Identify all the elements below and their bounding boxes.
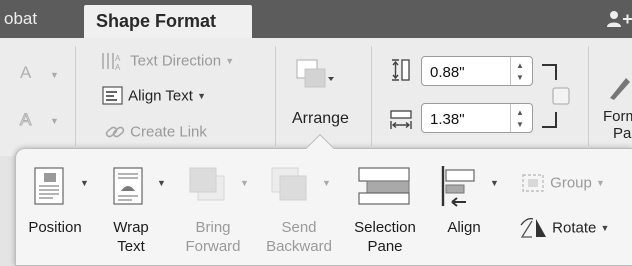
position-icon[interactable] xyxy=(33,166,67,206)
create-link-button[interactable]: Create Link xyxy=(104,122,207,142)
text-fill-button[interactable]: A xyxy=(18,63,40,86)
group-button[interactable]: Group ▼ xyxy=(520,172,605,194)
tab-acrobat[interactable]: obat xyxy=(4,9,37,29)
bring-forward-icon[interactable] xyxy=(186,164,230,206)
shape-width-input[interactable] xyxy=(430,109,510,129)
ribbon-separator xyxy=(588,46,589,146)
shape-width-icon xyxy=(390,110,412,129)
wrap-text-button[interactable]: Wrap Text xyxy=(103,218,159,256)
send-backward-dropdown-icon[interactable]: ▼ xyxy=(322,178,331,188)
svg-text:A: A xyxy=(115,63,121,71)
shape-height-icon xyxy=(392,59,410,81)
align-text-icon xyxy=(102,86,123,105)
add-person-icon[interactable] xyxy=(606,9,632,29)
align-text-button[interactable]: Align Text ▼ xyxy=(102,86,206,106)
text-direction-button[interactable]: A A Text Direction ▼ xyxy=(100,51,235,72)
align-objects-icon[interactable] xyxy=(440,164,484,208)
rotate-button[interactable]: Rotate ▼ xyxy=(518,216,609,240)
lock-aspect-ratio-bracket-icon xyxy=(542,64,570,128)
shape-height-stepper[interactable]: ▲ ▼ xyxy=(510,57,532,85)
wrap-text-dropdown-icon[interactable]: ▼ xyxy=(157,178,166,188)
chevron-down-icon[interactable]: ▼ xyxy=(516,120,524,129)
svg-text:A: A xyxy=(20,110,32,128)
shape-height-input[interactable] xyxy=(430,62,510,82)
align-dropdown-icon[interactable]: ▼ xyxy=(490,178,499,188)
align-button[interactable]: Align xyxy=(436,218,492,237)
shape-width-field[interactable]: ▲ ▼ xyxy=(421,103,533,133)
font-a-icon: A xyxy=(20,63,32,82)
ribbon-separator xyxy=(275,46,276,146)
position-dropdown-icon[interactable]: ▼ xyxy=(80,178,89,188)
selection-pane-icon[interactable] xyxy=(357,166,413,206)
rotate-icon xyxy=(520,217,546,238)
chevron-up-icon[interactable]: ▲ xyxy=(516,108,524,117)
bring-forward-dropdown-icon[interactable]: ▼ xyxy=(240,178,249,188)
ribbon-separator xyxy=(75,46,76,146)
chevron-down-icon: ▼ xyxy=(197,91,207,101)
tab-shape-format[interactable]: Shape Format xyxy=(84,5,252,40)
ribbon-separator xyxy=(371,46,372,146)
chevron-up-icon[interactable]: ▲ xyxy=(516,61,524,70)
font-a-outline-icon: A xyxy=(20,110,33,130)
shape-width-stepper[interactable]: ▲ ▼ xyxy=(510,104,532,132)
chevron-down-icon: ▼ xyxy=(600,223,610,233)
ribbon-tab-bar: obat Shape Format xyxy=(0,0,632,40)
arrange-button[interactable] xyxy=(293,56,335,99)
text-outline-dropdown-icon[interactable]: ▼ xyxy=(50,116,59,126)
text-outline-button[interactable]: A xyxy=(18,110,40,133)
send-backward-button[interactable]: Send Backward xyxy=(258,218,340,256)
chevron-down-icon: ▼ xyxy=(596,178,605,188)
position-button[interactable]: Position xyxy=(22,218,88,237)
chevron-down-icon: ▼ xyxy=(225,56,235,66)
bring-forward-button[interactable]: Bring Forward xyxy=(180,218,246,256)
format-pane-icon[interactable] xyxy=(606,72,632,102)
group-objects-icon xyxy=(522,174,544,192)
shape-height-field[interactable]: ▲ ▼ xyxy=(421,56,533,86)
arrange-label[interactable]: Arrange xyxy=(292,110,349,128)
svg-text:A: A xyxy=(20,63,32,81)
text-direction-icon: A A xyxy=(102,53,121,72)
send-backward-icon[interactable] xyxy=(268,164,312,206)
text-fill-dropdown-icon[interactable]: ▼ xyxy=(50,70,59,80)
chevron-down-icon[interactable]: ▼ xyxy=(516,73,524,82)
svg-text:A: A xyxy=(115,54,121,63)
link-icon xyxy=(105,126,125,138)
arrange-icon xyxy=(296,59,334,88)
selection-pane-button[interactable]: Selection Pane xyxy=(345,218,425,256)
format-pane-button[interactable]: Form Pa xyxy=(603,108,632,142)
tab-shape-format-label: Shape Format xyxy=(96,11,217,31)
wrap-text-icon[interactable] xyxy=(112,166,146,206)
